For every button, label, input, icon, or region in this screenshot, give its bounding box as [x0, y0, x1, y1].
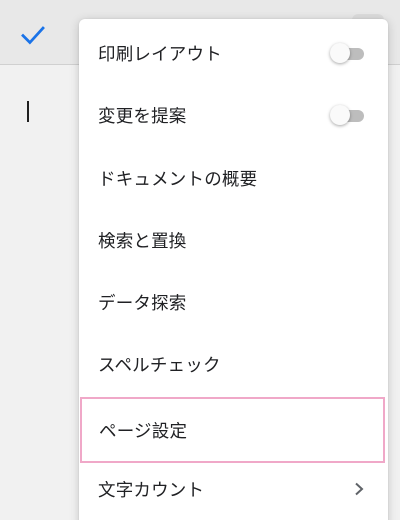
chevron-right-icon [355, 482, 364, 496]
menu-item-explore[interactable]: データ探索 [79, 271, 388, 333]
menu-item-label: 印刷レイアウト [98, 44, 222, 65]
toggle-knob [330, 105, 350, 125]
menu-item-label: ドキュメントの概要 [98, 169, 258, 190]
screen: 印刷レイアウト 変更を提案 ドキュメントの概要 検索と置換 データ探索 スペルチ… [0, 0, 400, 520]
menu-item-word-count[interactable]: 文字カウント [79, 458, 388, 520]
menu-item-label: 検索と置換 [98, 231, 187, 252]
menu-item-spell-check[interactable]: スペルチェック [79, 333, 388, 395]
menu-item-label: スペルチェック [98, 355, 221, 376]
text-cursor [27, 101, 29, 122]
menu-item-find-replace[interactable]: 検索と置換 [79, 209, 388, 271]
print-layout-toggle[interactable] [330, 41, 366, 65]
menu-item-print-layout[interactable]: 印刷レイアウト [79, 22, 388, 84]
menu-item-page-setup[interactable]: ページ設定 [80, 397, 385, 463]
menu-item-label: データ探索 [98, 293, 187, 314]
menu-item-document-outline[interactable]: ドキュメントの概要 [79, 147, 388, 209]
menu-item-label: 文字カウント [98, 480, 205, 501]
menu-item-suggest-changes[interactable]: 変更を提案 [79, 84, 388, 146]
overflow-menu: 印刷レイアウト 変更を提案 ドキュメントの概要 検索と置換 データ探索 スペルチ… [79, 19, 388, 520]
check-icon[interactable] [18, 20, 48, 50]
suggest-changes-toggle[interactable] [330, 103, 366, 127]
menu-item-label: 変更を提案 [98, 106, 187, 127]
toggle-knob [330, 43, 350, 63]
menu-item-label: ページ設定 [99, 421, 188, 442]
